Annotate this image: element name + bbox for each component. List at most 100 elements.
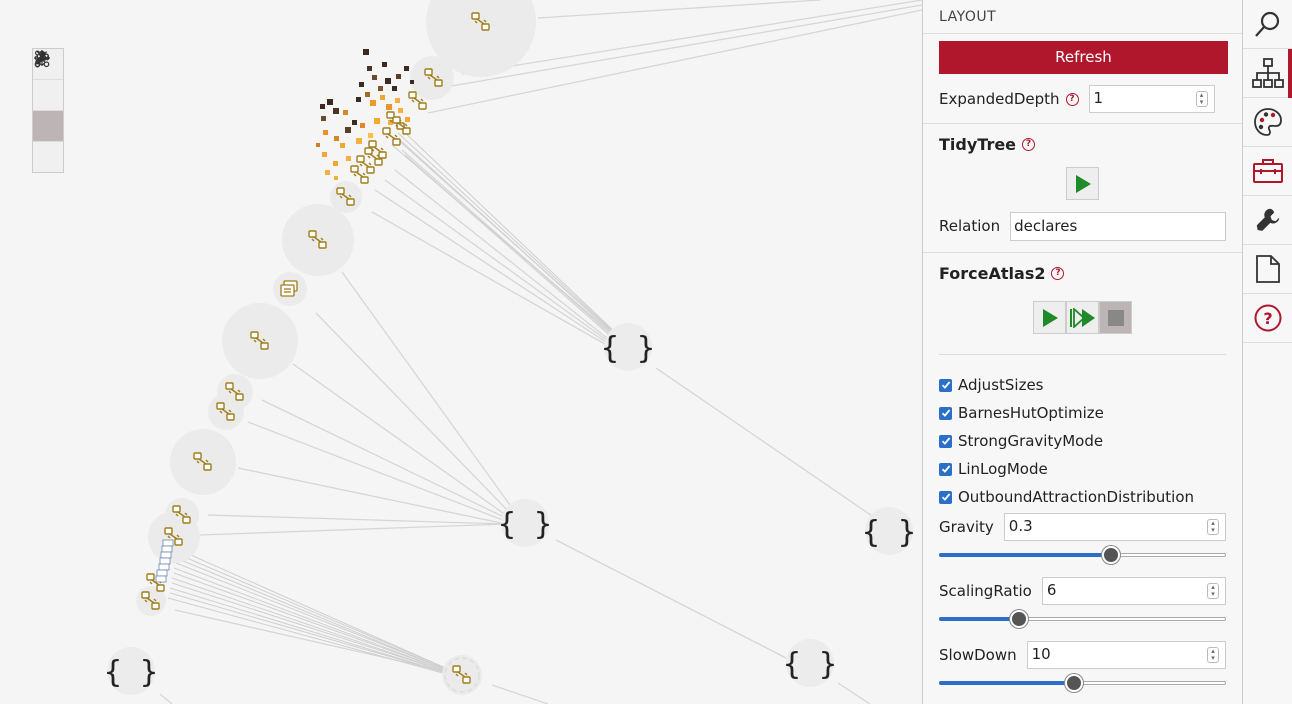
graph-nodes[interactable] [141,12,490,684]
brace-node: { } [498,507,552,542]
expanded-depth-input[interactable]: 1 ▴ ▾ [1088,85,1215,113]
hierarchy-icon [1251,58,1284,88]
tool-branch-button[interactable] [33,50,63,142]
tool-cut-button[interactable] [33,51,63,173]
option-label: LinLogMode [958,460,1048,478]
scissors-icon [34,51,50,68]
svg-text:?: ? [1263,309,1272,328]
scaling-ratio-value: 6 [1046,581,1057,599]
brace-node: { } [104,655,158,690]
spinner-icon[interactable]: ▴ ▾ [1195,91,1208,107]
checkbox-checked-icon[interactable] [939,434,952,448]
slider-fill [939,553,1112,557]
checkbox-checked-icon[interactable] [939,378,952,392]
wrench-icon [1256,208,1279,231]
rail-file-button[interactable] [1243,245,1292,294]
option-label: BarnesHutOptimize [958,404,1104,422]
option-linlog[interactable]: LinLogMode [939,455,1226,483]
play-icon [1075,174,1091,193]
force-atlas-title: ForceAtlas2 [939,263,1046,283]
force-atlas-continuous-button[interactable] [1066,301,1099,334]
relation-input[interactable]: declares [1010,211,1226,241]
help-icon[interactable]: ? [1022,137,1036,151]
help-icon[interactable]: ? [1065,92,1079,106]
slider-fill [939,617,1020,621]
scaling-ratio-input[interactable]: 6 ▴ ▾ [1041,577,1226,605]
checkbox-checked-icon[interactable] [939,490,952,504]
spinner-icon[interactable]: ▴ ▾ [1207,647,1219,663]
tidy-tree-run-button[interactable] [1066,167,1099,200]
scaling-ratio-row: ScalingRatio 6 ▴ ▾ [939,576,1226,606]
option-label: OutboundAttractionDistribution [958,488,1195,506]
force-atlas-controls [939,293,1226,355]
checkbox-checked-icon[interactable] [939,406,952,420]
option-label: AdjustSizes [958,376,1044,394]
rail-layout-button[interactable] [1243,49,1292,98]
flow-node-icon[interactable] [356,155,375,174]
play-icon [1042,308,1058,327]
palette-icon [1253,108,1282,136]
expanded-depth-label: ExpandedDepth [939,90,1060,108]
option-barnes-hut[interactable]: BarnesHutOptimize [939,399,1226,427]
relation-row: Relation declares [939,210,1226,242]
gravity-input[interactable]: 0.3 ▴ ▾ [1003,513,1226,541]
gravity-value: 0.3 [1008,517,1033,535]
gravity-label: Gravity [939,518,994,536]
dense-cluster[interactable] [316,49,414,180]
tidy-tree-section: TidyTree ? Relation declares [923,124,1242,253]
slow-down-value: 10 [1031,645,1051,663]
tidy-tree-heading: TidyTree ? [939,124,1226,164]
checkbox-checked-icon[interactable] [939,462,952,476]
layout-panel: LAYOUT Refresh ExpandedDepth ? 1 ▴ ▾ Tidy… [922,0,1243,704]
gravity-slider[interactable] [939,546,1226,564]
gravity-row: Gravity 0.3 ▴ ▾ [939,512,1226,542]
right-rail: ? [1243,0,1292,704]
spinner-icon[interactable]: ▴ ▾ [1207,583,1219,599]
force-atlas-stop-button[interactable] [1099,301,1132,334]
rail-tools-button[interactable] [1243,196,1292,245]
document-node[interactable] [280,280,298,297]
slow-down-slider[interactable] [939,674,1226,692]
graph-canvas[interactable]: { } { } { } { } { } [0,0,922,704]
force-atlas-run-button[interactable] [1033,301,1066,334]
flow-node-icon[interactable] [382,127,401,146]
slider-thumb[interactable] [1064,674,1083,692]
spinner-icon[interactable]: ▴ ▾ [1207,519,1219,535]
brace-node: { } [783,647,837,682]
tidy-tree-title: TidyTree [939,134,1017,154]
rail-help-button[interactable]: ? [1243,294,1292,343]
scaling-ratio-label: ScalingRatio [939,582,1032,600]
canvas-toolbar [32,48,64,173]
document-icon [1255,255,1280,283]
rail-search-button[interactable] [1243,0,1292,49]
help-icon[interactable]: ? [1051,266,1065,280]
option-adjust-sizes[interactable]: AdjustSizes [939,371,1226,399]
force-atlas-heading: ForceAtlas2 ? [939,253,1226,293]
flow-node-icon[interactable] [350,165,369,184]
search-icon [1254,11,1279,37]
slider-thumb[interactable] [1010,610,1029,628]
rail-appearance-button[interactable] [1243,98,1292,147]
expanded-depth-section: Refresh ExpandedDepth ? 1 ▴ ▾ [923,41,1242,124]
refresh-button[interactable]: Refresh [939,41,1228,74]
slider-thumb[interactable] [1102,546,1121,564]
brace-node: { } [862,515,916,550]
tidy-tree-controls [939,164,1226,205]
slow-down-row: SlowDown 10 ▴ ▾ [939,640,1226,670]
option-label: StrongGravityMode [958,432,1104,450]
slow-down-input[interactable]: 10 ▴ ▾ [1026,641,1226,669]
help-icon: ? [1254,304,1281,332]
fast-forward-icon [1069,307,1095,328]
force-atlas-options: AdjustSizes BarnesHutOptimize StrongGrav… [939,355,1226,692]
graph-svg[interactable]: { } { } { } { } { } [0,0,922,704]
rail-toolbox-button[interactable] [1243,147,1292,196]
option-strong-gravity[interactable]: StrongGravityMode [939,427,1226,455]
relation-label: Relation [939,217,1001,235]
slider-fill [939,681,1074,685]
scaling-ratio-slider[interactable] [939,610,1226,628]
tool-move-button[interactable] [33,50,63,111]
expanded-depth-value: 1 [1093,89,1104,107]
toolbox-icon [1252,159,1283,183]
option-outbound-attraction[interactable]: OutboundAttractionDistribution [939,483,1226,511]
stop-icon [1107,309,1124,326]
